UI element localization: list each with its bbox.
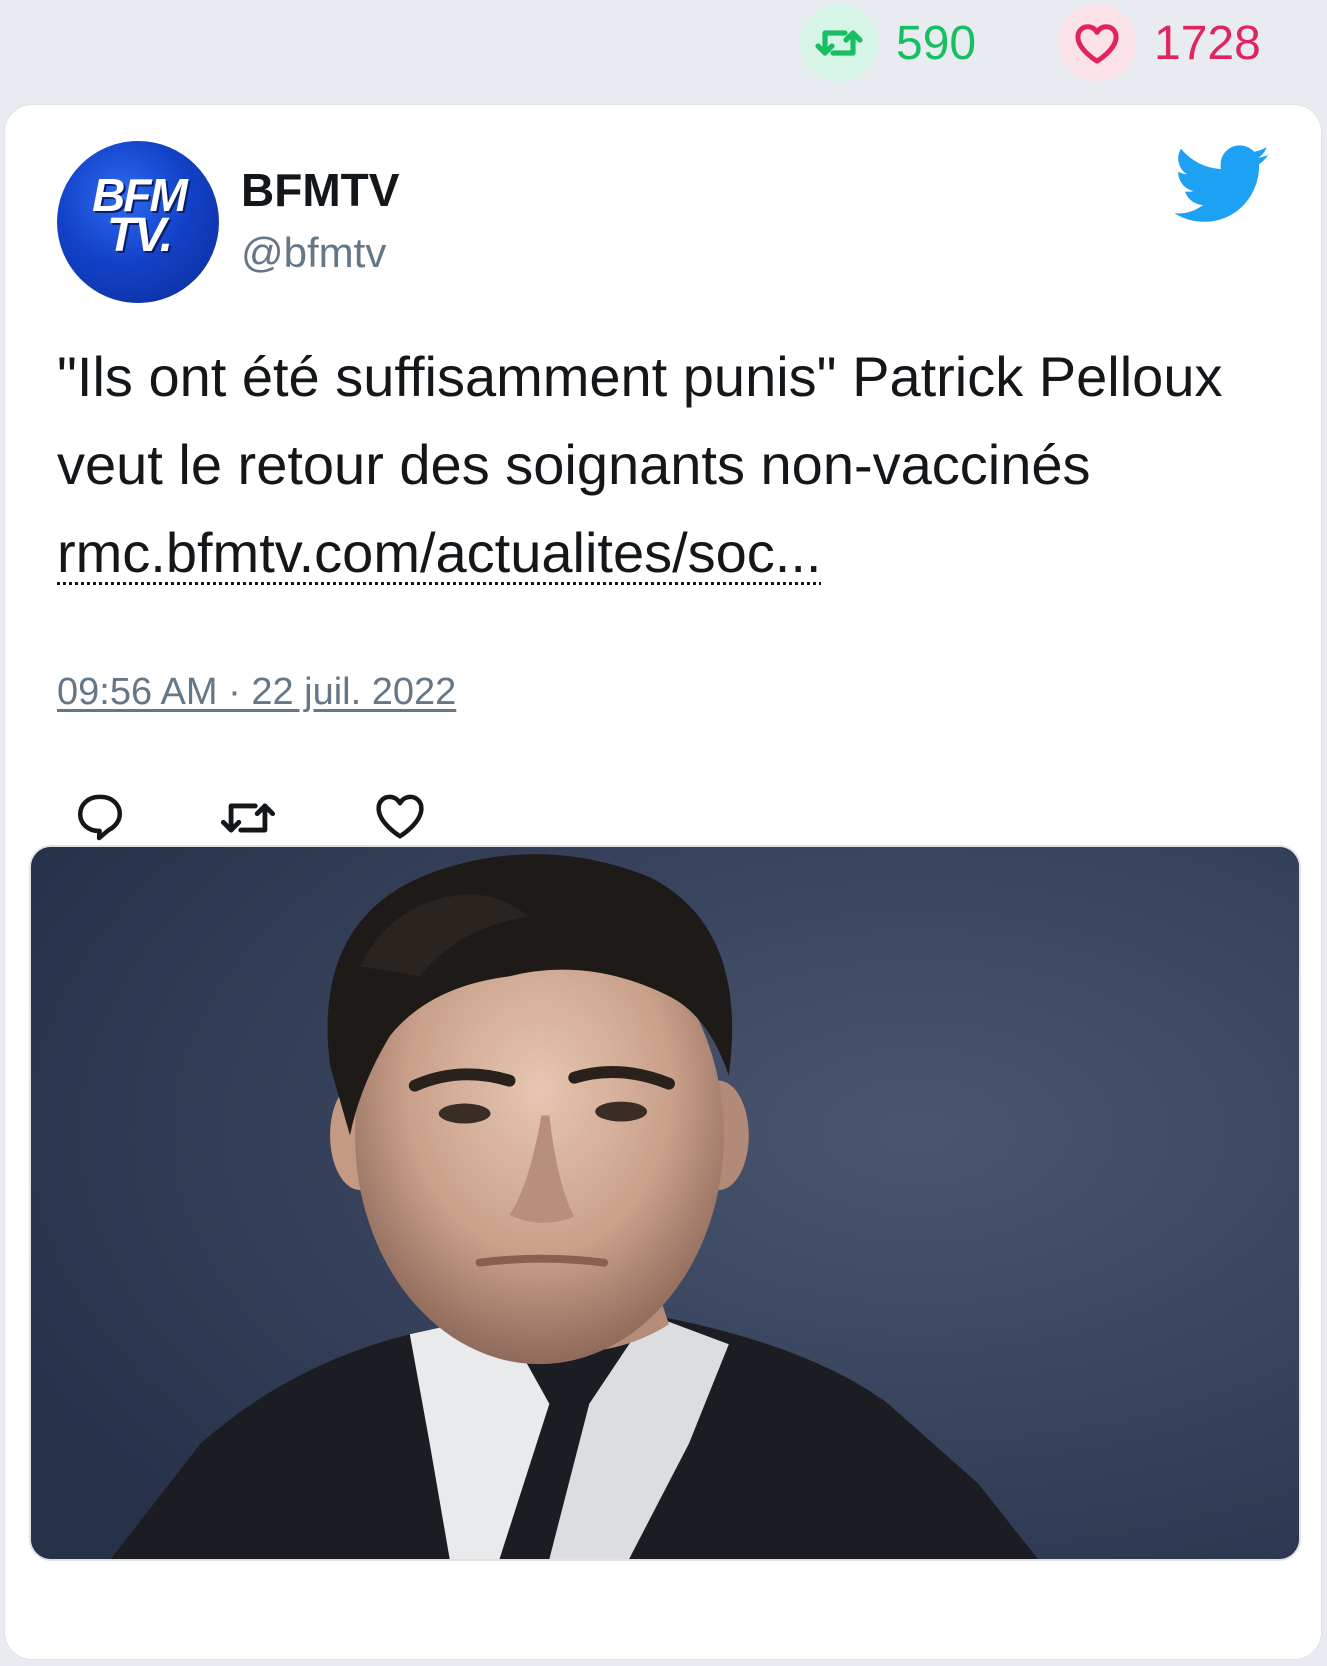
heart-icon[interactable]	[1058, 4, 1136, 82]
tweet-text: "Ils ont été suffisamment punis" Patrick…	[57, 333, 1287, 597]
avatar[interactable]: BFM TV.	[57, 141, 219, 303]
portrait-image	[31, 847, 1299, 1559]
reply-icon[interactable]	[73, 789, 131, 847]
tweet-body: "Ils ont été suffisamment punis" Patrick…	[57, 345, 1223, 496]
retweet-icon[interactable]	[800, 4, 878, 82]
author-handle[interactable]: @bfmtv	[241, 229, 386, 277]
tweet-card: BFM TV. BFMTV @bfmtv "Ils ont été suffis…	[4, 104, 1322, 1660]
retweet-icon[interactable]	[219, 789, 277, 847]
author-name[interactable]: BFMTV	[241, 163, 399, 217]
engagement-stats: 590 1728	[0, 0, 1327, 100]
tweet-media-photo[interactable]	[29, 845, 1301, 1561]
tweet-link[interactable]: rmc.bfmtv.com/actualites/soc...	[57, 521, 821, 584]
like-count[interactable]: 1728	[1058, 4, 1261, 82]
retweet-count[interactable]: 590	[800, 4, 976, 82]
bfmtv-logo: BFM TV.	[92, 169, 188, 263]
retweet-count-value: 590	[896, 16, 977, 70]
heart-icon[interactable]	[373, 789, 431, 847]
like-count-value: 1728	[1154, 16, 1261, 70]
twitter-bird-icon[interactable]	[1174, 145, 1271, 225]
tweet-timestamp[interactable]: 09:56 AM · 22 juil. 2022	[57, 671, 456, 714]
